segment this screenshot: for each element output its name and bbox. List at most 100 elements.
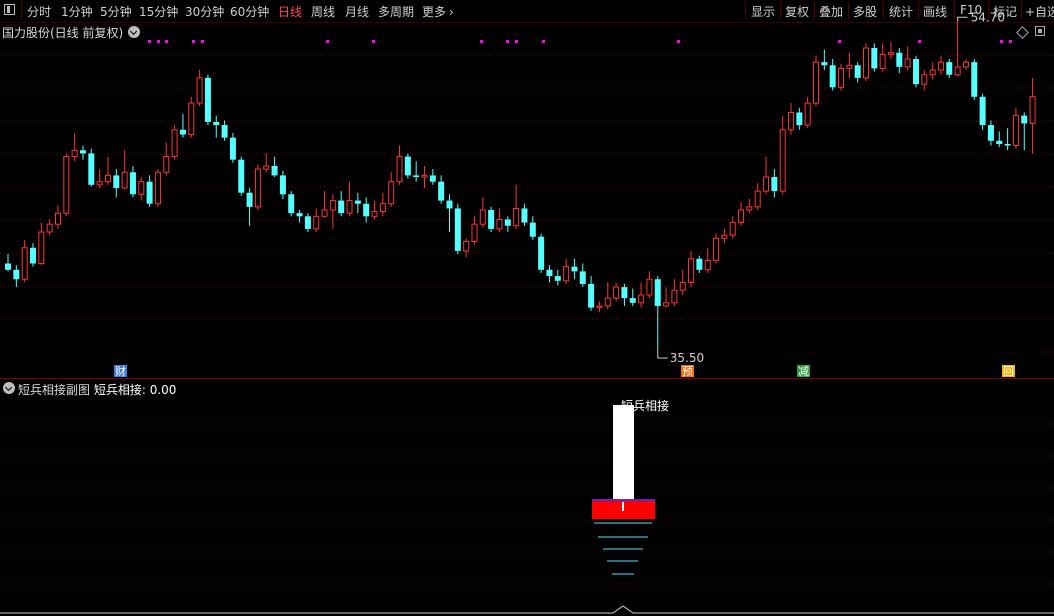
candle-body-down <box>504 219 511 226</box>
signal-dot <box>372 40 375 43</box>
candle-body-up <box>196 77 203 104</box>
candle-body-up <box>371 211 378 217</box>
signal-dot <box>542 40 545 43</box>
candle-body-down <box>146 181 153 204</box>
candle-body-up <box>421 174 428 178</box>
candle-body-down <box>821 62 828 66</box>
candle-body-down <box>113 175 120 188</box>
candle-body-up <box>688 258 695 283</box>
candle-body-down <box>213 121 220 126</box>
candle-body-down <box>629 298 636 303</box>
candle-body-up <box>679 281 686 291</box>
candle-body-down <box>538 236 545 270</box>
signal-bar-white <box>613 405 634 501</box>
candle-body-down <box>771 176 778 192</box>
candle-body-up <box>63 156 70 214</box>
signal-dot <box>918 40 921 43</box>
candle-body-up <box>887 52 894 55</box>
candle-body-up <box>104 174 111 183</box>
candle-body-down <box>229 137 236 160</box>
subchart-title: 短兵相接副图 <box>18 383 91 397</box>
candle-body-up <box>379 203 386 213</box>
candle-body-up <box>879 53 886 69</box>
candle-body-down <box>279 175 286 195</box>
subchart-dropdown-icon[interactable] <box>3 382 15 394</box>
candle-body-up <box>937 61 944 71</box>
indicator-value: : 0.00 <box>141 383 177 397</box>
candle-body-down <box>288 194 295 214</box>
candle-body-up <box>921 74 928 85</box>
candle-body-down <box>987 125 994 141</box>
signal-dot <box>677 40 680 43</box>
candle-body-down <box>338 200 345 214</box>
candle-body-up <box>671 289 678 304</box>
signal-label: 短兵相接 <box>621 398 669 413</box>
candle-body-up <box>1012 115 1019 147</box>
candle-body-down <box>554 276 561 281</box>
candle-body-down <box>588 283 595 308</box>
candle-body-up <box>613 286 620 299</box>
signal-dot <box>192 40 195 43</box>
candle-body-down <box>621 287 628 299</box>
candle-body-up <box>929 69 936 76</box>
event-marker-label: 减 <box>798 365 809 378</box>
candle-body-down <box>296 213 303 217</box>
high-pointer-line <box>957 16 968 22</box>
bottom-axis-line <box>0 605 1054 614</box>
candle-body-down <box>488 210 495 229</box>
candle-body-down <box>546 269 553 277</box>
candle-body-up <box>638 294 645 304</box>
candle-body-up <box>479 209 486 225</box>
candle-body-down <box>529 222 536 237</box>
signal-dot <box>480 40 483 43</box>
candle-body-down <box>579 271 586 284</box>
candle-body-down <box>238 159 245 193</box>
candle-body-down <box>829 65 836 88</box>
candle-body-down <box>304 216 311 229</box>
signal-dot <box>515 40 518 43</box>
candle-body-up <box>962 61 969 68</box>
panel-divider <box>0 378 1054 379</box>
candle-body-down <box>1004 143 1011 146</box>
candle-body-up <box>163 156 170 173</box>
candle-body-up <box>496 218 503 230</box>
indicator-name: 短兵相接 <box>93 383 142 397</box>
signal-dot <box>157 40 160 43</box>
candle-body-up <box>154 171 161 205</box>
candle-body-down <box>179 129 186 135</box>
candle-body-up <box>663 302 670 307</box>
candle-body-down <box>854 65 861 78</box>
candle-body-up <box>563 266 570 282</box>
event-marker-label: 财 <box>115 364 126 378</box>
candle-body-up <box>721 234 728 239</box>
candle-body-down <box>129 172 136 195</box>
candle-body-up <box>21 247 28 280</box>
candle-body-down <box>871 48 878 69</box>
candle-body-down <box>996 140 1003 144</box>
candle-body-down <box>221 125 228 138</box>
event-marker-label: 回 <box>1003 365 1014 378</box>
candle-body-up <box>704 259 711 271</box>
candle-body-down <box>204 77 211 122</box>
kline-chart[interactable]: 54.70 35.50 财 预 减 回短兵相接 <box>0 0 1054 616</box>
signal-dot <box>1000 40 1003 43</box>
high-price-label: 54.70 <box>971 10 1005 24</box>
candle-body-up <box>329 200 336 211</box>
candle-body-down <box>413 175 420 177</box>
candle-body-down <box>971 62 978 97</box>
candle-body-up <box>513 207 520 227</box>
subchart-title-line: 短兵相接副图 短兵相接: 0.00 <box>18 381 176 398</box>
candle-body-down <box>912 59 919 85</box>
candle-body-up <box>763 176 770 192</box>
candle-body-down <box>1021 115 1028 124</box>
candle-body-up <box>788 111 795 131</box>
candle-body-down <box>438 181 445 201</box>
candle-body-down <box>571 266 578 272</box>
candle-body-down <box>429 175 436 182</box>
candle-body-down <box>29 247 36 264</box>
candle-body-up <box>346 200 353 214</box>
candle-body-down <box>946 62 953 75</box>
signal-dot <box>506 40 509 43</box>
candle-body-up <box>138 181 145 195</box>
candle-body-up <box>604 297 611 307</box>
